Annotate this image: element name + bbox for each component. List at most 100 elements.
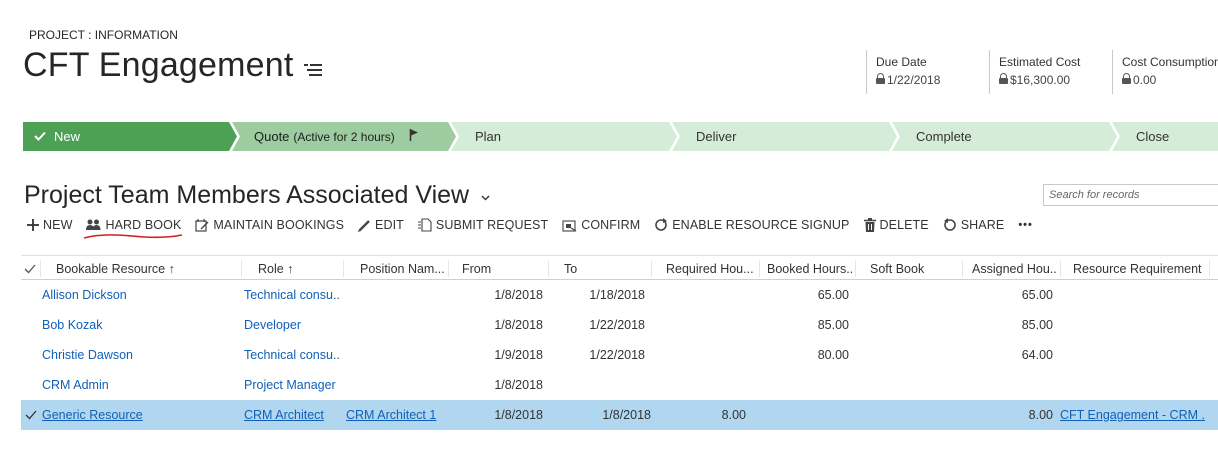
cell-role[interactable]: CRM Architect xyxy=(244,400,341,430)
stage-deliver[interactable]: Deliver xyxy=(696,122,736,151)
share-button[interactable]: SHARE xyxy=(943,218,1005,232)
cost-consumption-value: 0.00 xyxy=(1133,73,1157,87)
confirm-button[interactable]: CONFIRM xyxy=(562,218,640,232)
cell-bookable-resource[interactable]: CRM Admin xyxy=(42,370,237,400)
delete-button[interactable]: DELETE xyxy=(863,218,929,232)
lock-icon xyxy=(1122,72,1131,84)
grid-header: Bookable Resource ↑ Role ↑ Position Nam.… xyxy=(21,255,1218,280)
stage-deliver-label: Deliver xyxy=(696,129,737,144)
more-commands-button[interactable]: ••• xyxy=(1018,219,1033,231)
document-icon xyxy=(417,218,432,232)
cell-resource-requirement[interactable] xyxy=(1060,310,1205,340)
cost-consumption-field: Cost Consumption 0.00 xyxy=(1112,50,1218,94)
stage-new[interactable]: New xyxy=(34,122,80,151)
chevron-down-icon[interactable] xyxy=(481,189,490,204)
column-header-resource-requirement[interactable]: Resource Requirement xyxy=(1073,256,1213,281)
table-row[interactable]: CRM Admin Project Manager 1/8/2018 xyxy=(21,370,1218,400)
hard-book-button[interactable]: HARD BOOK xyxy=(84,218,183,239)
trash-icon xyxy=(863,218,876,232)
cell-assigned-hours: 8.00 xyxy=(1028,408,1053,422)
stage-new-label: New xyxy=(54,129,81,144)
stage-quote-label: Quote xyxy=(254,129,290,144)
column-header-assigned-hours[interactable]: Assigned Hou... xyxy=(972,256,1057,281)
cell-position-name[interactable] xyxy=(346,310,446,340)
refresh-icon xyxy=(654,218,668,232)
cell-soft-book xyxy=(857,280,957,310)
calendar-edit-icon xyxy=(195,218,209,232)
stage-complete-label: Complete xyxy=(916,129,972,144)
cell-role[interactable]: Technical consu... xyxy=(244,280,341,310)
edit-button[interactable]: EDIT xyxy=(358,218,404,232)
cell-bookable-resource[interactable]: Bob Kozak xyxy=(42,310,237,340)
stage-close[interactable]: Close xyxy=(1136,122,1169,151)
column-header-required-hours[interactable]: Required Hou... xyxy=(666,256,757,281)
cell-position-name[interactable]: CRM Architect 1 xyxy=(346,400,446,430)
flag-icon[interactable] xyxy=(409,129,419,144)
stage-complete[interactable]: Complete xyxy=(916,122,972,151)
maintain-bookings-button-label: MAINTAIN BOOKINGS xyxy=(213,218,345,232)
share-button-label: SHARE xyxy=(960,218,1005,232)
cell-from: 1/8/2018 xyxy=(494,288,543,302)
cell-required-hours xyxy=(654,310,746,340)
cell-position-name[interactable] xyxy=(346,340,446,370)
cell-booked-hours: 80.00 xyxy=(817,348,849,362)
column-header-from[interactable]: From xyxy=(462,256,546,281)
submit-request-button[interactable]: SUBMIT REQUEST xyxy=(417,218,548,232)
form-selector-icon[interactable] xyxy=(303,63,322,77)
cell-from: 1/8/2018 xyxy=(494,378,543,392)
new-button[interactable]: NEW xyxy=(27,218,72,232)
stage-plan[interactable]: Plan xyxy=(475,122,501,151)
cell-soft-book xyxy=(857,370,957,400)
cell-role[interactable]: Project Manager xyxy=(244,370,341,400)
due-date-label: Due Date xyxy=(876,55,927,69)
column-header-bookable-resource[interactable]: Bookable Resource ↑ xyxy=(56,256,241,281)
enable-resource-signup-button[interactable]: ENABLE RESOURCE SIGNUP xyxy=(654,218,849,232)
cell-required-hours: 8.00 xyxy=(721,408,746,422)
cell-role[interactable]: Technical consu... xyxy=(244,340,341,370)
cell-soft-book xyxy=(857,310,957,340)
view-selector[interactable]: Project Team Members Associated View xyxy=(24,181,490,210)
cell-bookable-resource[interactable]: Generic Resource xyxy=(42,400,237,430)
cell-booked-hours xyxy=(761,400,849,430)
cell-position-name[interactable] xyxy=(346,370,446,400)
cell-resource-requirement[interactable]: CFT Engagement - CRM ... xyxy=(1060,400,1205,430)
table-row[interactable]: Allison Dickson Technical consu... 1/8/2… xyxy=(21,280,1218,310)
stage-close-label: Close xyxy=(1136,129,1170,144)
select-all-checkbox[interactable] xyxy=(24,256,40,281)
check-icon xyxy=(34,129,46,144)
column-header-to[interactable]: To xyxy=(564,256,644,281)
search-input[interactable]: Search for records xyxy=(1043,184,1218,206)
due-date-field: Due Date 1/22/2018 xyxy=(866,50,989,94)
cell-bookable-resource[interactable]: Allison Dickson xyxy=(42,280,237,310)
table-row[interactable]: Bob Kozak Developer 1/8/2018 1/22/2018 8… xyxy=(21,310,1218,340)
confirm-icon xyxy=(562,219,577,232)
cell-bookable-resource[interactable]: Christie Dawson xyxy=(42,340,237,370)
estimated-cost-value: $16,300.00 xyxy=(1010,73,1071,87)
command-bar: NEW HARD BOOK MAINTAIN BOOKINGS EDIT SUB… xyxy=(27,218,1047,239)
cell-resource-requirement[interactable] xyxy=(1060,370,1205,400)
cell-assigned-hours xyxy=(964,370,1053,400)
cell-position-name[interactable] xyxy=(346,280,446,310)
stage-quote[interactable]: Quote (Active for 2 hours) xyxy=(254,122,419,151)
column-header-soft-book[interactable]: Soft Book xyxy=(870,256,960,281)
hard-book-button-label: HARD BOOK xyxy=(105,218,182,232)
maintain-bookings-button[interactable]: MAINTAIN BOOKINGS xyxy=(195,218,344,232)
cell-resource-requirement[interactable] xyxy=(1060,280,1205,310)
cell-resource-requirement[interactable] xyxy=(1060,340,1205,370)
new-button-label: NEW xyxy=(43,218,73,232)
column-header-booked-hours[interactable]: Booked Hours... xyxy=(767,256,854,281)
cell-role[interactable]: Developer xyxy=(244,310,341,340)
column-header-role[interactable]: Role ↑ xyxy=(258,256,343,281)
cell-to xyxy=(551,370,645,400)
view-title: Project Team Members Associated View xyxy=(24,181,470,209)
column-header-position-name[interactable]: Position Nam... xyxy=(360,256,446,281)
delete-button-label: DELETE xyxy=(879,218,929,232)
table-row-selected[interactable]: Generic Resource CRM Architect CRM Archi… xyxy=(21,400,1218,430)
cell-to: 1/22/2018 xyxy=(589,348,645,362)
estimated-cost-field: Estimated Cost $16,300.00 xyxy=(989,50,1112,94)
cell-booked-hours: 85.00 xyxy=(817,318,849,332)
row-checkmark-icon[interactable] xyxy=(25,400,39,430)
pencil-icon xyxy=(358,219,371,232)
table-row[interactable]: Christie Dawson Technical consu... 1/9/2… xyxy=(21,340,1218,370)
enable-resource-signup-button-label: ENABLE RESOURCE SIGNUP xyxy=(672,218,850,232)
